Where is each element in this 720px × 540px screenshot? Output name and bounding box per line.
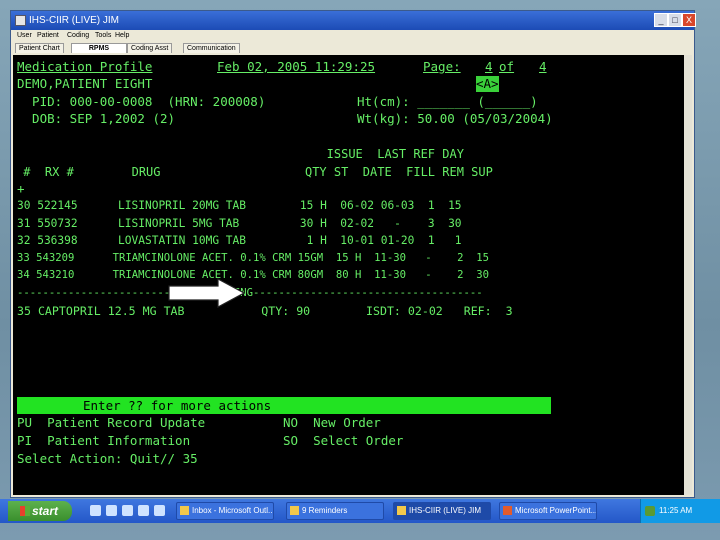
maximize-button[interactable]: □ [668,13,682,27]
taskbar: start Inbox - Microsoft Outl... 9 Remind… [0,499,720,523]
column-header: # RX # DRUG QTY ST DATE FILL REM SUP [16,165,493,179]
pending-order-row[interactable]: 35 CAPTOPRIL 12.5 MG TAB QTY: 90 ISDT: 0… [17,303,513,319]
screen-datetime: Feb 02, 2005 11:29:25 [217,59,376,74]
outlook-icon [180,506,189,515]
page-of: of [499,59,515,74]
page-number: 4 [485,59,493,74]
medication-row[interactable]: 30 522145 LISINOPRIL 20MG TAB 15 H 06-02… [17,198,462,214]
start-button[interactable]: start [8,501,72,521]
plus-marker: + [17,181,25,196]
dob-line: DOB: SEP 1,2002 (2) [17,111,176,126]
menu-coding[interactable]: Coding [67,30,89,42]
pointer-arrow-icon [168,278,246,308]
actions-prompt-bar: Enter ?? for more actions [17,397,551,414]
taskbar-item-ihs-ciir[interactable]: IHS-CIIR (LIVE) JIM [393,502,491,520]
reminder-icon [290,506,299,515]
tab-strip: Patient Chart RPMS Coding Asst Communica… [11,42,694,54]
taskbar-item-powerpoint[interactable]: Microsoft PowerPoint... [499,502,597,520]
nav-indicator: <A> [476,76,499,92]
medication-row[interactable]: 33 543209 TRIAMCINOLONE ACET. 0.1% CRM 1… [17,250,489,266]
window-titlebar[interactable]: IHS-CIIR (LIVE) JIM _ □ X [11,11,696,30]
system-tray: 11:25 AM [640,499,720,523]
tab-coding-asst[interactable]: Coding Asst [127,43,173,53]
pid-line: PID: 000-00-0008 (HRN: 200008) [17,94,266,109]
taskbar-item-label: Inbox - Microsoft Outl... [192,506,274,515]
taskbar-item-reminders[interactable]: 9 Reminders [286,502,384,520]
menu-help[interactable]: Help [115,30,129,42]
clock[interactable]: 11:25 AM [659,499,692,523]
tab-patient-chart[interactable]: Patient Chart [15,43,64,53]
menu-patient[interactable]: Patient [37,30,59,42]
pending-divider: ------------------------------PENDING---… [17,287,483,299]
close-button[interactable]: X [682,13,696,27]
patient-name: DEMO,PATIENT EIGHT [17,76,153,91]
ihs-app-icon [397,506,406,515]
height-line: Ht(cm): _______ (______) [357,94,538,109]
column-header-top: ISSUE LAST REF DAY [16,147,464,161]
action-patient-record-update[interactable]: PU Patient Record Update [17,415,205,431]
page-total: 4 [539,59,547,74]
app-window: IHS-CIIR (LIVE) JIM _ □ X User Patient C… [10,10,696,498]
tab-communication[interactable]: Communication [183,43,240,53]
minimize-button[interactable]: _ [654,13,668,27]
tab-rpms[interactable]: RPMS [71,43,127,53]
powerpoint-icon [503,506,512,515]
medication-row[interactable]: 31 550732 LISINOPRIL 5MG TAB 30 H 02-02 … [17,216,462,232]
medication-row[interactable]: 34 543210 TRIAMCINOLONE ACET. 0.1% CRM 8… [17,267,489,283]
vertical-scrollbar[interactable] [684,55,692,495]
app-icon [15,15,26,26]
weight-line: Wt(kg): 50.00 (05/03/2004) [357,111,553,126]
quick-launch-ie-icon[interactable] [90,505,101,516]
menu-tools[interactable]: Tools [95,30,111,42]
taskbar-item-label: Microsoft PowerPoint... [515,506,597,515]
start-label: start [32,504,59,518]
medication-row[interactable]: 32 536398 LOVASTATIN 10MG TAB 1 H 10-01 … [17,233,462,249]
taskbar-item-label: IHS-CIIR (LIVE) JIM [409,506,482,515]
menu-user[interactable]: User [17,30,32,42]
select-action-prompt[interactable]: Select Action: Quit// 35 [17,451,198,467]
network-icon[interactable] [645,506,655,516]
actions-prompt: Enter ?? for more actions [83,398,272,413]
screen-title: Medication Profile [17,59,153,74]
terminal-screen[interactable]: Medication Profile Feb 02, 2005 11:29:25… [13,55,692,495]
action-new-order[interactable]: NO New Order [283,415,381,431]
menu-bar: User Patient Coding Tools Help [11,30,694,42]
taskbar-item-inbox[interactable]: Inbox - Microsoft Outl... [176,502,274,520]
quick-launch-outlook-icon[interactable] [106,505,117,516]
quick-launch-app-icon[interactable] [154,505,165,516]
quick-launch-mail-icon[interactable] [138,505,149,516]
action-select-order[interactable]: SO Select Order [283,433,403,449]
page-label: Page: [423,59,461,74]
action-patient-information[interactable]: PI Patient Information [17,433,190,449]
window-title: IHS-CIIR (LIVE) JIM [29,15,120,26]
windows-logo-icon [20,506,30,516]
quick-launch-desktop-icon[interactable] [122,505,133,516]
taskbar-item-label: 9 Reminders [302,506,348,515]
